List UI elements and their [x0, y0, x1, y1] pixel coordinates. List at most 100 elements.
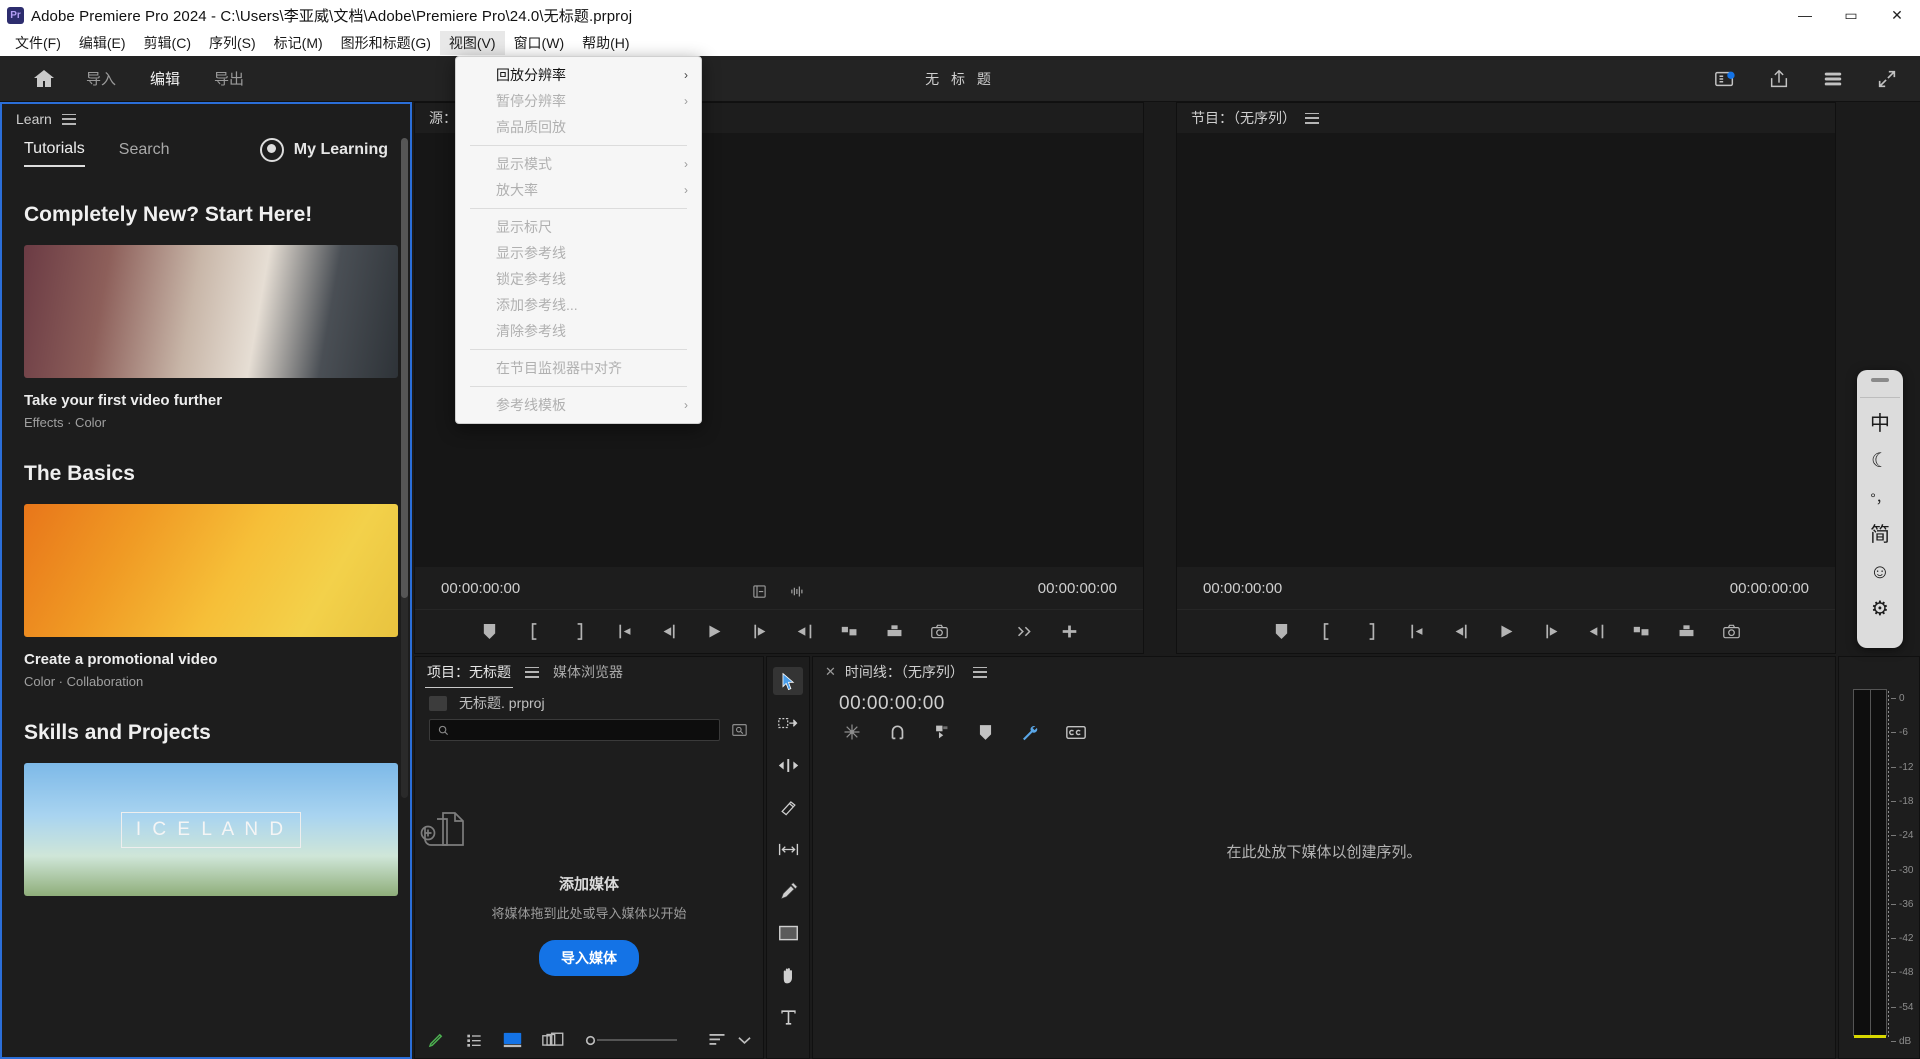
chevron-down-icon[interactable] [738, 1036, 751, 1045]
project-file-row[interactable]: 无标题. prproj [415, 687, 763, 719]
zoom-slider-icon[interactable] [584, 1034, 677, 1047]
extract-icon[interactable] [1678, 623, 1695, 640]
menu-6[interactable]: 视图(V) [439, 31, 505, 55]
hamburger-icon[interactable] [1305, 112, 1319, 124]
settings-panel-icon[interactable] [752, 584, 767, 599]
tutorial-thumbnail-3[interactable]: I C E L A N D [24, 763, 398, 896]
program-monitor-timecode-right[interactable]: 00:00:00:00 [1730, 580, 1809, 597]
import-media-button[interactable]: 导入媒体 [539, 940, 639, 976]
type-tool-icon[interactable] [773, 1003, 803, 1031]
mark-out-icon[interactable] [571, 623, 588, 640]
expand-arrows-icon[interactable] [1876, 68, 1898, 90]
step-forward-icon[interactable] [751, 623, 768, 640]
ime-drag-handle[interactable] [1871, 378, 1889, 382]
ime-settings-icon[interactable]: ⚙ [1871, 598, 1889, 620]
workspace-tab-导出[interactable]: 导出 [212, 62, 246, 95]
play-icon[interactable] [706, 623, 723, 640]
source-monitor-timecode-right[interactable]: 00:00:00:00 [1038, 580, 1117, 597]
menu-1[interactable]: 编辑(E) [70, 31, 135, 55]
hand-tool-icon[interactable] [773, 961, 803, 989]
add-marker-icon[interactable] [481, 623, 498, 640]
tutorial-title-1[interactable]: Take your first video further [24, 392, 388, 409]
add-marker-icon[interactable] [1273, 623, 1290, 640]
insert-icon[interactable] [841, 623, 858, 640]
tutorial-title-2[interactable]: Create a promotional video [24, 651, 388, 668]
progress-badge-icon[interactable] [1714, 68, 1736, 90]
tab-media-browser[interactable]: 媒体浏览器 [551, 657, 625, 687]
ime-chinese-mode-icon[interactable]: 中 [1870, 413, 1890, 435]
tab-project[interactable]: 项目：无标题 [425, 657, 513, 688]
menu-3[interactable]: 序列(S) [200, 31, 265, 55]
menu-item-0[interactable]: 回放分辨率 › [456, 62, 701, 88]
slip-tool-icon[interactable] [773, 835, 803, 863]
search-filter-icon[interactable] [730, 722, 749, 738]
ime-punctuation-icon[interactable]: °， [1870, 487, 1890, 509]
minimize-button[interactable]: — [1782, 0, 1828, 30]
captions-icon[interactable] [1066, 725, 1086, 740]
view-menu-dropdown[interactable]: 回放分辨率 › 暂停分辨率 › 高品质回放 显示模式 › 放大率 › 显示标尺 显示参考线 锁定参考线… [455, 56, 702, 424]
menu-8[interactable]: 帮助(H) [573, 31, 638, 55]
track-select-forward-tool-icon[interactable] [773, 709, 803, 737]
audio-meter-bars[interactable] [1853, 689, 1887, 1036]
menu-7[interactable]: 窗口(W) [505, 31, 574, 55]
menu-2[interactable]: 剪辑(C) [135, 31, 200, 55]
menu-4[interactable]: 标记(M) [265, 31, 332, 55]
selection-tool-icon[interactable] [773, 667, 803, 695]
sort-icon[interactable] [708, 1033, 726, 1047]
linked-selection-icon[interactable] [934, 723, 951, 741]
ripple-edit-tool-icon[interactable] [773, 751, 803, 779]
my-learning-link[interactable]: My Learning [259, 138, 388, 162]
share-icon[interactable] [1768, 68, 1790, 90]
snap-icon[interactable] [889, 723, 906, 741]
add-marker-icon[interactable] [979, 724, 992, 741]
audio-waveform-icon[interactable] [789, 584, 806, 599]
close-icon[interactable]: ✕ [825, 664, 836, 680]
program-monitor-timecode-left[interactable]: 00:00:00:00 [1203, 580, 1282, 597]
ime-night-mode-icon[interactable]: ☾ [1871, 450, 1889, 472]
timeline-settings-icon[interactable] [1020, 723, 1038, 741]
export-frame-icon[interactable] [1722, 623, 1740, 640]
pen-tool-icon[interactable] [773, 877, 803, 905]
play-icon[interactable] [1498, 623, 1515, 640]
step-forward-icon[interactable] [1543, 623, 1560, 640]
lift-icon[interactable] [1633, 623, 1650, 640]
mark-in-icon[interactable] [1318, 623, 1335, 640]
workspace-tab-编辑[interactable]: 编辑 [142, 52, 189, 95]
fullscreen-quickexport-icon[interactable] [1822, 68, 1844, 90]
maximize-button[interactable]: ▭ [1828, 0, 1874, 30]
freeform-view-icon[interactable] [427, 1031, 445, 1049]
ime-floating-toolbar[interactable]: 中 ☾ °， 简 ☺ ⚙ [1857, 370, 1903, 648]
source-monitor-timecode-left[interactable]: 00:00:00:00 [441, 580, 520, 597]
menu-0[interactable]: 文件(F) [6, 31, 70, 55]
razor-tool-icon[interactable] [773, 793, 803, 821]
mark-out-icon[interactable] [1363, 623, 1380, 640]
ime-emoji-icon[interactable]: ☺ [1870, 561, 1890, 583]
icon-view-icon[interactable] [503, 1032, 522, 1048]
overwrite-icon[interactable] [886, 623, 903, 640]
export-frame-icon[interactable] [930, 623, 948, 640]
hamburger-icon[interactable] [525, 666, 539, 678]
mark-in-icon[interactable] [526, 623, 543, 640]
ime-simplified-icon[interactable]: 简 [1870, 524, 1890, 546]
program-monitor-canvas[interactable] [1177, 133, 1835, 567]
thumbnail-stack-icon[interactable] [542, 1032, 564, 1048]
hamburger-icon[interactable] [972, 666, 987, 678]
nest-sequence-icon[interactable] [843, 723, 861, 741]
tutorial-thumbnail-2[interactable] [24, 504, 398, 637]
rectangle-tool-icon[interactable] [773, 919, 803, 947]
go-to-in-icon[interactable] [1408, 623, 1425, 640]
step-back-icon[interactable] [1453, 623, 1470, 640]
go-to-out-icon[interactable] [796, 623, 813, 640]
timeline-timecode[interactable]: 00:00:00:00 [813, 687, 1835, 715]
hamburger-icon[interactable] [61, 113, 76, 125]
chevron-double-right-icon[interactable] [1016, 623, 1033, 640]
home-icon[interactable] [32, 67, 56, 91]
go-to-out-icon[interactable] [1588, 623, 1605, 640]
go-to-in-icon[interactable] [616, 623, 633, 640]
plus-icon[interactable] [1061, 623, 1078, 640]
tab-search[interactable]: Search [119, 141, 170, 166]
list-view-icon[interactable] [465, 1032, 483, 1048]
tutorial-thumbnail-1[interactable] [24, 245, 398, 378]
close-button[interactable]: ✕ [1874, 0, 1920, 30]
workspace-tab-导入[interactable]: 导入 [84, 62, 118, 95]
